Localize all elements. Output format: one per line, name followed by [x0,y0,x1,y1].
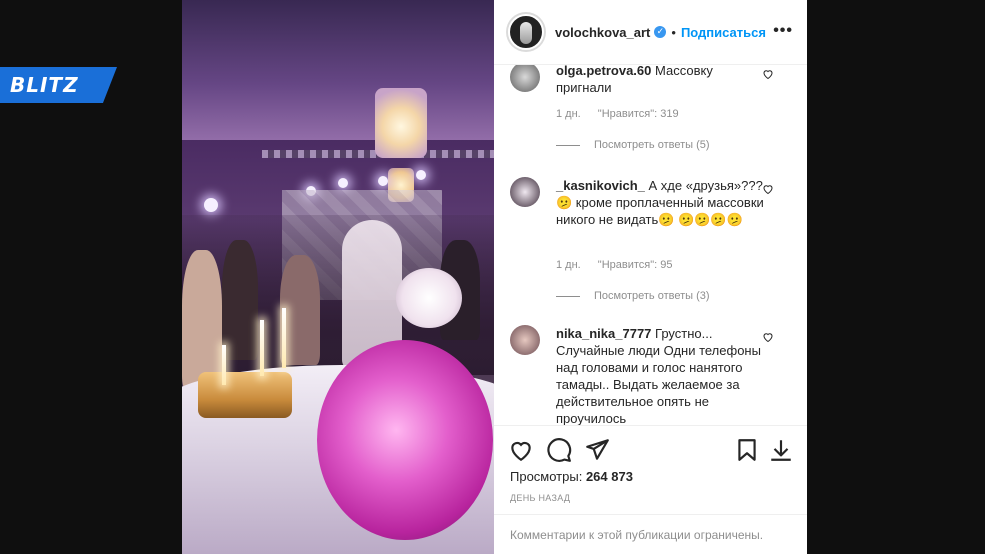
comment-item: olga.petrova.60 Массовку пригнали 1 дн. … [510,65,800,162]
more-options-icon[interactable]: ••• [773,22,793,40]
replies-divider [556,144,580,146]
avatar[interactable] [510,65,540,92]
like-heart-icon[interactable] [762,331,774,343]
video-guest [222,240,258,360]
bookmark-icon[interactable] [734,437,760,463]
post-video[interactable] [182,0,494,554]
video-sparkler [222,345,226,385]
comment-meta: 1 дн. "Нравится": 319 [556,108,693,120]
comment-meta: 1 дн. "Нравится": 95 [556,259,687,271]
blitz-logo: BLITZ [0,67,117,103]
author-username[interactable]: volochkova_art [555,25,650,40]
video-flowers-pink [317,340,493,540]
comment-likes[interactable]: "Нравится": 319 [598,108,679,120]
views-value: 264 873 [585,469,633,484]
verified-badge-icon: ✓ [654,26,667,38]
video-sparkler [282,308,286,368]
posted-time[interactable]: День назад [510,493,570,503]
views-label: Просмотры: [510,469,583,484]
avatar[interactable] [510,177,540,207]
download-icon[interactable] [768,437,794,463]
views-count: Просмотры: 264 873 [510,469,633,484]
share-plane-icon[interactable] [584,437,610,463]
video-lamp [375,88,427,158]
video-ceiling [182,0,494,140]
comment-likes[interactable]: "Нравится": 95 [598,259,673,271]
comment-item: nika_nika_7777 Грустно... Случайные люди… [510,325,800,425]
avatar[interactable] [510,325,540,355]
video-guest [182,250,222,390]
separator-dot: • [671,24,676,40]
video-sparkler [260,320,264,376]
comments-limited-notice: Комментарии к этой публикации ограничены… [494,514,807,554]
subscribe-button[interactable]: Подписаться [681,25,766,40]
replies-divider [556,295,580,297]
video-spotlight [204,198,218,212]
like-heart-icon[interactable] [762,68,774,80]
like-heart-icon[interactable] [508,437,534,463]
view-replies-button[interactable]: Посмотреть ответы (3) [556,290,710,302]
comment-item: _kasnikovich_ А хде «друзья»??? 🫤 кроме … [510,177,800,307]
comment-username[interactable]: _kasnikovich_ [556,178,645,193]
video-spotlight [378,176,388,186]
comment-text: _kasnikovich_ А хде «друзья»??? 🫤 кроме … [556,177,766,228]
comment-text: nika_nika_7777 Грустно... Случайные люди… [556,325,766,425]
comments-list: olga.petrova.60 Массовку пригнали 1 дн. … [494,65,807,425]
blitz-logo-text: BLITZ [10,73,79,97]
video-spotlight [416,170,426,180]
comment-time[interactable]: 1 дн. [556,259,581,271]
view-replies-label: Посмотреть ответы (3) [594,290,710,302]
post-header: volochkova_art ✓ • Подписаться ••• [494,0,807,65]
like-heart-icon[interactable] [762,183,774,195]
video-cake [198,372,292,418]
comment-text: olga.petrova.60 Массовку пригнали [556,65,766,96]
view-replies-button[interactable]: Посмотреть ответы (5) [556,139,710,151]
post-actions: Просмотры: 264 873 День назад Комментари… [494,425,807,554]
comment-bubble-icon[interactable] [546,437,572,463]
post-sidebar: volochkova_art ✓ • Подписаться ••• olga.… [494,0,807,554]
view-replies-label: Посмотреть ответы (5) [594,139,710,151]
comment-time[interactable]: 1 дн. [556,108,581,120]
avatar[interactable] [508,14,544,50]
comment-username[interactable]: nika_nika_7777 [556,326,651,341]
comment-username[interactable]: olga.petrova.60 [556,65,651,78]
video-guest [280,255,320,365]
video-flowers-white [396,268,462,328]
video-spotlight [338,178,348,188]
